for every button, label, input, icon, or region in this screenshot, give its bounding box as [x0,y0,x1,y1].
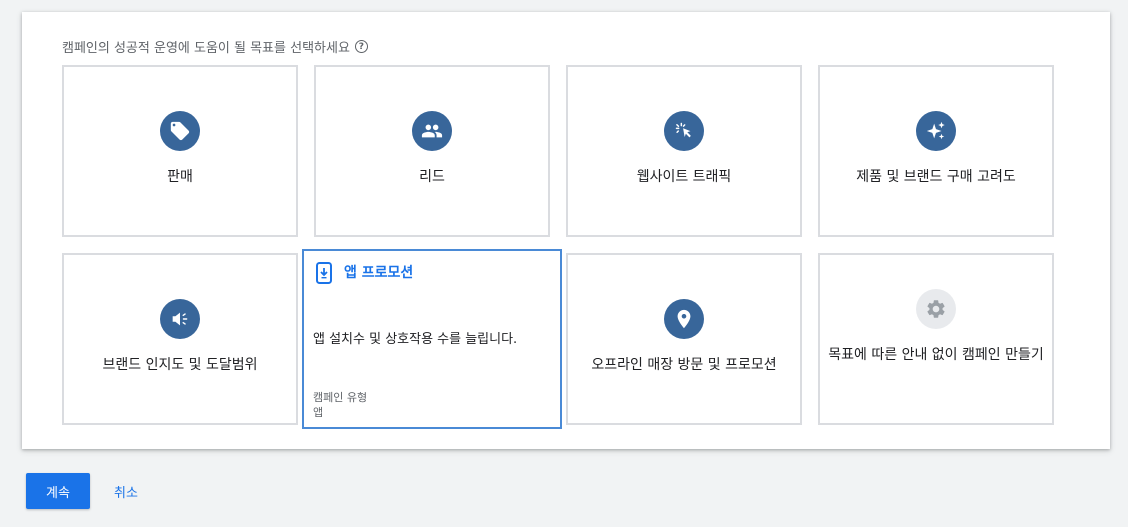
location-pin-icon [664,299,704,339]
cancel-button[interactable]: 취소 [104,473,148,509]
goal-card-website-traffic[interactable]: 웹사이트 트래픽 [566,65,802,237]
goal-card-brand-awareness[interactable]: 브랜드 인지도 및 도달범위 [62,253,298,425]
goal-card-app-promotion[interactable]: 앱 프로모션 앱 설치수 및 상호작용 수를 늘립니다. 캠페인 유형 앱 [302,249,562,429]
goal-label: 제품 및 브랜드 구매 고려도 [856,169,1016,185]
cursor-click-icon [664,111,704,151]
sparkle-icon [916,111,956,151]
goal-label: 리드 [419,169,445,185]
goal-card-consideration[interactable]: 제품 및 브랜드 구매 고려도 [818,65,1054,237]
help-icon[interactable]: ? [354,40,368,53]
goal-label: 브랜드 인지도 및 도달범위 [102,357,258,373]
goal-label: 판매 [167,169,193,185]
megaphone-icon [160,299,200,339]
goal-card-no-guidance[interactable]: 목표에 따른 안내 없이 캠페인 만들기 [818,253,1054,425]
campaign-type-value: 앱 [313,406,324,419]
goal-prompt-text: 캠페인의 성공적 운영에 도움이 될 목표를 선택하세요 [62,41,350,56]
phone-download-icon [316,262,332,284]
goal-label: 목표에 따른 안내 없이 캠페인 만들기 [828,347,1044,363]
people-icon [412,111,452,151]
goal-label: 오프라인 매장 방문 및 프로모션 [591,357,777,373]
goal-card-leads[interactable]: 리드 [314,65,550,237]
selected-goal-title: 앱 프로모션 [344,265,414,281]
goal-prompt: 캠페인의 성공적 운영에 도움이 될 목표를 선택하세요 ? [62,37,368,56]
goal-card-store-visits[interactable]: 오프라인 매장 방문 및 프로모션 [566,253,802,425]
campaign-type-label: 캠페인 유형 [313,391,368,404]
continue-button[interactable]: 계속 [26,473,90,509]
goal-card-sales[interactable]: 판매 [62,65,298,237]
selected-goal-description: 앱 설치수 및 상호작용 수를 늘립니다. [313,332,518,347]
gear-icon [916,289,956,329]
tag-icon [160,111,200,151]
goal-label: 웹사이트 트래픽 [636,169,732,185]
